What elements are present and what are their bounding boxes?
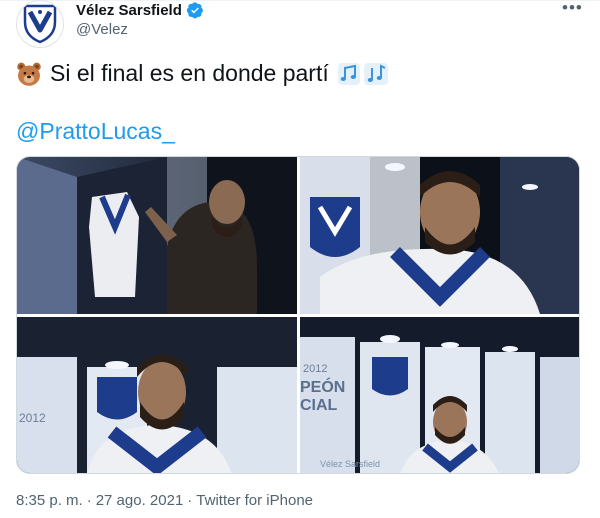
tweet-source[interactable]: Twitter for iPhone (196, 492, 313, 509)
bear-face-icon (17, 62, 41, 86)
account-name[interactable]: Vélez Sarsfield (76, 2, 182, 19)
media-photo-2[interactable] (300, 157, 579, 314)
mention-link[interactable]: @PrattoLucas_ (16, 118, 175, 145)
account-handle[interactable]: @Velez (76, 21, 128, 38)
media-photo-1[interactable] (17, 157, 297, 314)
meta-separator: · (187, 492, 193, 509)
velez-crest-icon (23, 4, 57, 44)
more-options-icon[interactable]: ••• (562, 0, 583, 18)
account-name-row[interactable]: Vélez Sarsfield (76, 1, 204, 19)
media-grid: 2012 2012 PEÓN CIAL Vélez Sarsfield (16, 156, 580, 474)
tweet-text: Si el final es en donde partí (50, 60, 329, 86)
locker-text-campeon: PEÓN (300, 377, 345, 396)
meta-separator: · (86, 492, 92, 509)
locker-text-club: Vélez Sarsfield (320, 459, 380, 469)
locker-text-year: 2012 (19, 411, 46, 425)
tweet-time[interactable]: 8:35 p. m. (16, 492, 83, 509)
musical-notes-icon (337, 62, 389, 86)
media-photo-4[interactable]: 2012 PEÓN CIAL Vélez Sarsfield (300, 317, 579, 473)
tweet-metadata: 8:35 p. m. · 27 ago. 2021 · Twitter for … (16, 492, 313, 509)
tweet-date[interactable]: 27 ago. 2021 (96, 492, 184, 509)
verified-badge-icon (186, 2, 203, 19)
locker-text-year-2: 2012 (303, 363, 327, 375)
tweet-text-line: Si el final es en donde partí (16, 60, 389, 87)
avatar[interactable] (16, 0, 64, 48)
locker-text-cial: CIAL (300, 397, 338, 414)
media-photo-3[interactable]: 2012 (17, 317, 297, 473)
